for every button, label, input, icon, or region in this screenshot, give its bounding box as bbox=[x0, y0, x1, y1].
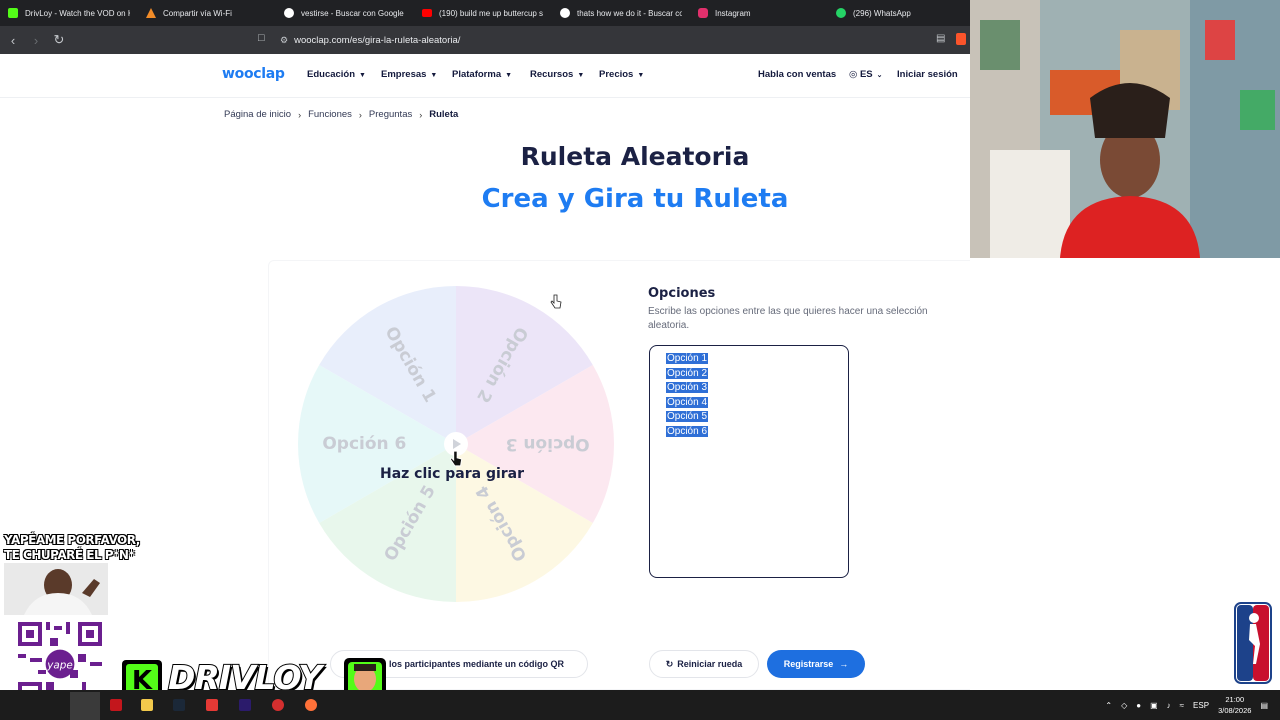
chevron-right-icon: › bbox=[298, 109, 302, 120]
browser-tab[interactable]: (190) build me up buttercup s bbox=[414, 0, 552, 26]
meme-image bbox=[4, 563, 108, 615]
chevron-down-icon: ▼ bbox=[430, 72, 438, 79]
kick-icon bbox=[8, 8, 18, 18]
wifi-icon[interactable]: ≈ bbox=[1180, 701, 1184, 710]
globe-icon: ◎ bbox=[849, 69, 858, 80]
network-off-icon[interactable]: ◇ bbox=[1121, 701, 1127, 710]
system-tray: ⌃ ◇ ● ▣ ♪ ≈ ESP 21:00 3/08/2026 ▤ bbox=[1105, 690, 1268, 720]
nav-empresas[interactable]: Empresas ▼ bbox=[381, 69, 437, 80]
option-line: Opción 5 bbox=[666, 411, 709, 423]
site-info-icon[interactable]: ⚙ bbox=[280, 35, 288, 46]
windows-taskbar: ⌃ ◇ ● ▣ ♪ ≈ ESP 21:00 3/08/2026 ▤ bbox=[0, 690, 1280, 720]
option-line: Opción 4 bbox=[666, 396, 709, 408]
browser-tab[interactable]: Instagram bbox=[690, 0, 828, 26]
options-title: Opciones bbox=[648, 286, 716, 301]
reset-wheel-button[interactable]: ↻ Reiniciar rueda bbox=[649, 650, 759, 678]
options-description: Escribe las opciones entre las que quier… bbox=[648, 306, 928, 331]
youtube-icon bbox=[422, 9, 432, 17]
obs-icon[interactable] bbox=[272, 699, 284, 711]
breadcrumb-preguntas[interactable]: Preguntas bbox=[369, 109, 412, 120]
nav-precios[interactable]: Precios ▼ bbox=[599, 69, 644, 80]
login-link[interactable]: Iniciar sesión bbox=[897, 69, 958, 80]
language-selector[interactable]: ◎ ES ⌄ bbox=[849, 69, 883, 80]
chevron-down-icon: ▼ bbox=[637, 72, 645, 79]
site-header: wooclap Educación ▼ Empresas ▼ Plataforma ▼… bbox=[0, 54, 970, 98]
brave-shield-icon[interactable] bbox=[956, 33, 966, 45]
wheel-segment-label: Opción 6 bbox=[322, 434, 406, 454]
microphone-icon[interactable]: ● bbox=[1136, 701, 1141, 710]
refresh-icon: ↻ bbox=[665, 658, 674, 669]
instagram-icon bbox=[698, 8, 708, 18]
app-icon[interactable] bbox=[110, 699, 122, 711]
google-icon bbox=[560, 8, 570, 18]
display-icon[interactable]: ▣ bbox=[1150, 701, 1158, 710]
nba-logo bbox=[1234, 602, 1272, 684]
steam-icon[interactable] bbox=[173, 699, 185, 711]
chevron-right-icon: › bbox=[358, 109, 362, 120]
address-bar[interactable]: ⚙ wooclap.com/es/gira-la-ruleta-aleatori… bbox=[280, 30, 970, 50]
active-app-highlight bbox=[70, 692, 100, 720]
breadcrumb-current: Ruleta bbox=[429, 109, 459, 120]
arrow-right-icon: → bbox=[839, 659, 849, 669]
reload-icon[interactable]: ↻ bbox=[49, 30, 69, 50]
url-text: wooclap.com/es/gira-la-ruleta-aleatoria/ bbox=[294, 34, 461, 46]
option-line: Opción 2 bbox=[666, 367, 709, 379]
webcam-feed bbox=[970, 0, 1280, 258]
forward-icon[interactable]: › bbox=[26, 30, 46, 50]
back-icon[interactable]: ‹ bbox=[3, 30, 23, 50]
browser-tab[interactable]: vestirse - Buscar con Google bbox=[276, 0, 414, 26]
option-line: Opción 3 bbox=[666, 382, 709, 394]
chevron-up-icon[interactable]: ⌃ bbox=[1105, 701, 1112, 710]
chevron-right-icon: › bbox=[419, 109, 423, 120]
register-button[interactable]: Registrarse → bbox=[767, 650, 865, 678]
volume-icon[interactable]: ♪ bbox=[1167, 701, 1171, 710]
notification-icon[interactable]: ▤ bbox=[1260, 701, 1268, 710]
spin-wheel[interactable]: Opción 1 Opción 2 Opción 3 Opción 4 Opción 5… bbox=[296, 284, 616, 604]
premiere-icon[interactable] bbox=[239, 699, 251, 711]
whatsapp-icon bbox=[836, 8, 846, 18]
wooclap-logo[interactable]: wooclap bbox=[222, 66, 285, 82]
option-line: Opción 1 bbox=[666, 353, 709, 364]
contact-sales-link[interactable]: Habla con ventas bbox=[758, 69, 836, 80]
chevron-down-icon: ▼ bbox=[359, 72, 366, 79]
browser-toolbar: ‹ › ↻ □ ⚙ wooclap.com/es/gira-la-ruleta-… bbox=[0, 26, 970, 54]
app-icon[interactable] bbox=[206, 699, 218, 711]
browser-tab-strip: DrivLoy - Watch the VOD on K Compartir v… bbox=[0, 0, 970, 26]
hand-cursor-icon bbox=[550, 294, 562, 309]
browser-icon[interactable] bbox=[305, 699, 317, 711]
qr-brand-label: yape bbox=[46, 659, 73, 671]
nav-recursos[interactable]: Recursos ▼ bbox=[530, 69, 584, 80]
breadcrumb-home[interactable]: Página de inicio bbox=[224, 109, 291, 120]
donation-message: YAPÉAME PORFAVOR, TE CHUPARÉ EL P*N* bbox=[4, 533, 140, 562]
reader-icon[interactable]: ▤ bbox=[936, 33, 945, 44]
google-icon bbox=[284, 8, 294, 18]
browser-tab[interactable]: Compartir vía Wi-Fi bbox=[138, 0, 276, 26]
webcam-image bbox=[970, 0, 1280, 258]
options-textarea[interactable]: Opción 1 Opción 2 Opción 3 Opción 4 Opci… bbox=[649, 345, 849, 578]
folder-icon[interactable] bbox=[141, 699, 153, 711]
bookmark-icon[interactable]: □ bbox=[258, 32, 265, 44]
nav-plataforma[interactable]: Plataforma ▼ bbox=[452, 69, 512, 80]
wheel-segment-label: Opción 3 bbox=[506, 434, 590, 454]
language-indicator[interactable]: ESP bbox=[1193, 701, 1209, 710]
chevron-down-icon: ▼ bbox=[505, 72, 513, 79]
clock[interactable]: 21:00 3/08/2026 bbox=[1218, 694, 1251, 716]
vlc-icon bbox=[146, 8, 156, 18]
breadcrumb: Página de inicio › Funciones › Preguntas… bbox=[224, 109, 458, 120]
breadcrumb-funciones[interactable]: Funciones bbox=[308, 109, 352, 120]
hand-cursor-icon bbox=[449, 450, 463, 467]
chevron-down-icon: ▼ bbox=[577, 72, 585, 79]
option-line: Opción 6 bbox=[666, 425, 709, 437]
webpage: wooclap Educación ▼ Empresas ▼ Plataforma ▼… bbox=[0, 54, 1002, 690]
chevron-down-icon: ⌄ bbox=[876, 72, 883, 79]
spin-label[interactable]: Haz clic para girar bbox=[380, 466, 524, 482]
browser-tab[interactable]: DrivLoy - Watch the VOD on K bbox=[0, 0, 138, 26]
nav-educacion[interactable]: Educación ▼ bbox=[307, 69, 366, 80]
browser-tab[interactable]: thats how we do it - Buscar co bbox=[552, 0, 690, 26]
browser-tab[interactable]: (296) WhatsApp bbox=[828, 0, 966, 26]
wheel-svg[interactable]: Opción 1 Opción 2Opción 3Opción 4Opción 5… bbox=[296, 284, 616, 604]
